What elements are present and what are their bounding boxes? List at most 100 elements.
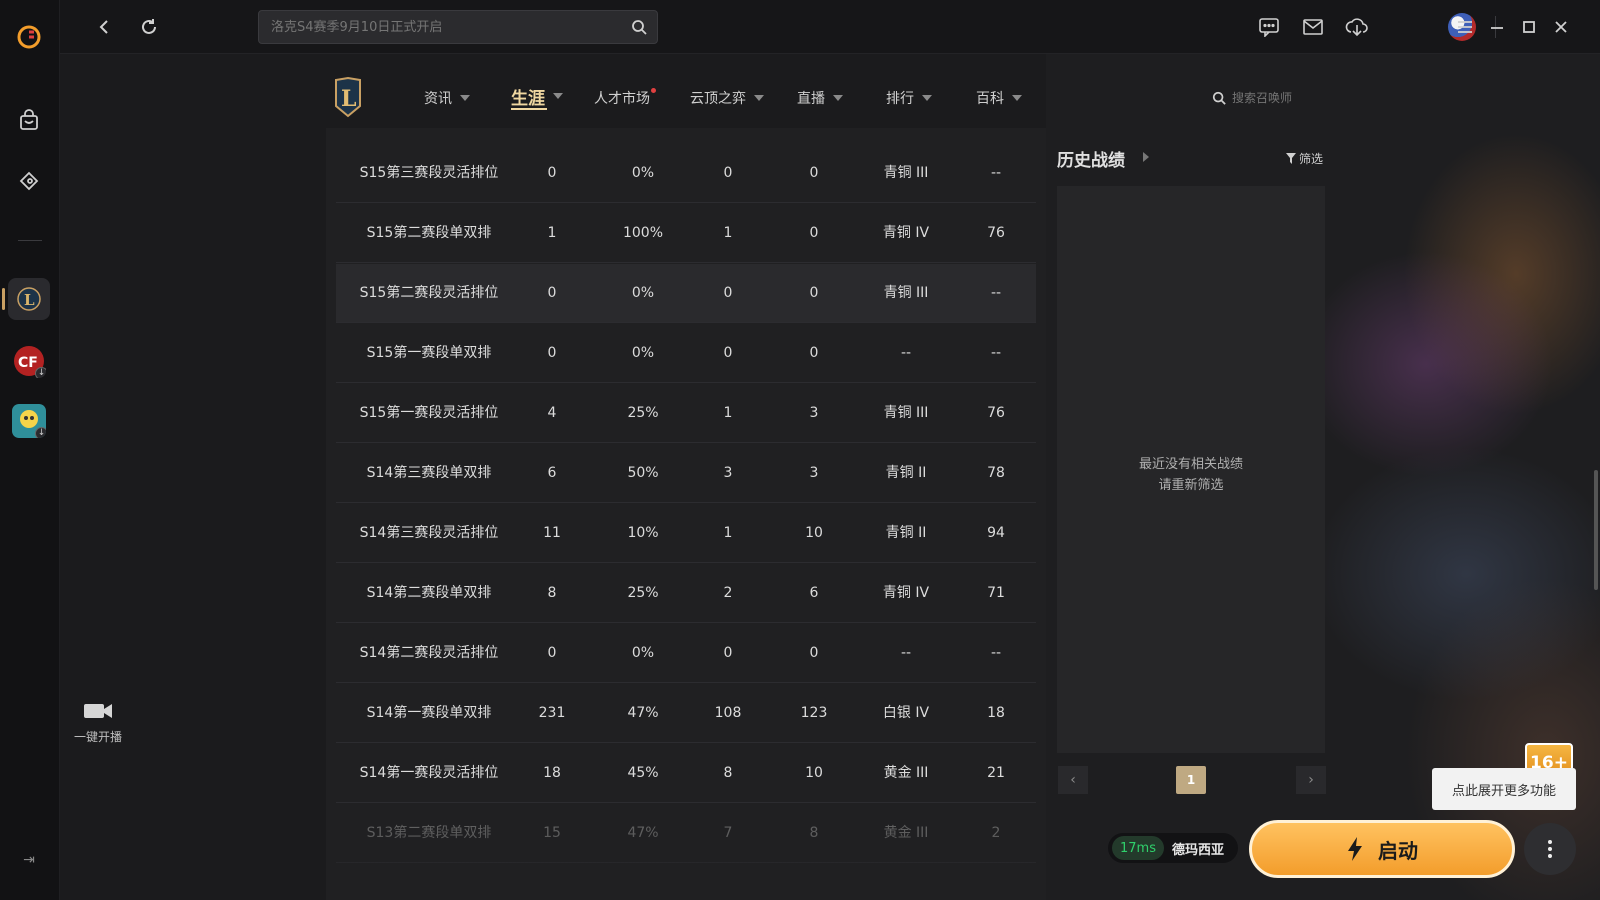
table-row[interactable]: S14第一赛段单双排 231 47% 108 123 白银 IV 18 <box>336 684 1036 743</box>
filter-button[interactable]: 筛选 <box>1286 150 1323 167</box>
win-rate-cell: 0% <box>631 165 655 181</box>
table-row[interactable]: S14第一赛段灵活排位 18 45% 8 10 黄金 III 21 <box>336 744 1036 803</box>
wins-cell: 7 <box>723 825 733 841</box>
score-cell: -- <box>990 165 1002 181</box>
score-cell: 71 <box>987 585 1005 601</box>
nav-news[interactable]: 资讯 <box>424 86 470 110</box>
active-indicator <box>2 288 5 310</box>
losses-cell: 3 <box>809 405 819 421</box>
game-library-icon[interactable] <box>8 160 50 202</box>
nav-wiki-label: 百科 <box>976 91 1004 107</box>
close-icon[interactable] <box>1548 14 1574 40</box>
table-row[interactable]: S13第二赛段单双排 15 47% 7 8 黄金 III 2 <box>336 804 1036 863</box>
score-cell: -- <box>990 645 1002 661</box>
win-rate-cell: 45% <box>627 765 659 781</box>
launch-label: 启动 <box>1378 838 1418 863</box>
season-cell: S15第一赛段单双排 <box>366 345 492 361</box>
launch-game-button[interactable]: 启动 <box>1249 820 1515 878</box>
qq-speed-game-icon[interactable]: ↓ <box>12 404 46 438</box>
more-options-button[interactable] <box>1524 823 1576 875</box>
win-rate-cell: 0% <box>631 345 655 361</box>
games-cell: 8 <box>547 585 557 601</box>
games-cell: 0 <box>547 345 557 361</box>
download-badge-icon: ↓ <box>35 427 46 438</box>
menu-icon[interactable] <box>1452 14 1478 40</box>
download-manager-icon[interactable] <box>1344 14 1370 40</box>
summoner-search[interactable] <box>1212 88 1322 108</box>
nav-career[interactable]: 生涯 <box>511 84 563 110</box>
refresh-icon[interactable] <box>136 14 162 40</box>
losses-cell: 3 <box>809 465 819 481</box>
score-cell: 78 <box>987 465 1005 481</box>
minimize-icon[interactable] <box>1484 14 1510 40</box>
games-cell: 0 <box>547 645 557 661</box>
maximize-icon[interactable] <box>1516 14 1542 40</box>
season-cell: S15第一赛段灵活排位 <box>359 405 499 421</box>
chevron-down-icon <box>1012 95 1022 101</box>
win-rate-cell: 100% <box>622 225 664 241</box>
lol-logo-icon[interactable]: L <box>330 76 366 118</box>
search-icon[interactable] <box>631 19 647 35</box>
table-row[interactable]: S15第一赛段单双排 0 0% 0 0 -- -- <box>336 324 1036 383</box>
tier-cell: 青铜 III <box>883 405 929 421</box>
score-cell: 76 <box>987 405 1005 421</box>
history-title[interactable]: 历史战绩 <box>1057 146 1125 171</box>
nav-tft[interactable]: 云顶之弈 <box>690 86 764 110</box>
pager-prev-button[interactable]: ‹ <box>1058 766 1088 794</box>
nav-talent-market[interactable]: 人才市场 <box>594 86 656 110</box>
season-cell: S15第三赛段灵活排位 <box>359 165 499 181</box>
table-row[interactable]: S15第三赛段灵活排位 0 0% 0 0 青铜 III -- <box>336 144 1036 203</box>
tier-cell: -- <box>900 345 912 361</box>
chevron-down-icon <box>460 95 470 101</box>
lol-game-icon[interactable]: L <box>8 278 50 320</box>
empty-message-line1: 最近没有相关战绩 <box>1138 457 1243 472</box>
chat-icon[interactable] <box>1256 14 1282 40</box>
one-click-stream-button[interactable]: 一键开播 <box>66 700 130 750</box>
tier-cell: 青铜 IV <box>882 585 930 601</box>
mail-icon[interactable] <box>1300 14 1326 40</box>
back-arrow-icon[interactable] <box>92 14 118 40</box>
chevron-down-icon <box>754 95 764 101</box>
chevron-right-icon[interactable] <box>1143 152 1149 162</box>
tier-cell: -- <box>900 645 912 661</box>
svg-text:CF: CF <box>18 355 38 371</box>
losses-cell: 10 <box>805 525 823 541</box>
expand-sidebar-icon[interactable]: ⇥ <box>19 852 39 872</box>
svg-text:L: L <box>24 291 35 309</box>
store-bag-icon[interactable] <box>8 100 50 142</box>
page-scrollbar[interactable] <box>1594 470 1598 590</box>
win-rate-cell: 10% <box>627 525 659 541</box>
losses-cell: 0 <box>809 225 819 241</box>
summoner-search-input[interactable] <box>1232 91 1322 105</box>
server-selector[interactable]: 17ms 德玛西亚 <box>1108 833 1238 863</box>
games-cell: 6 <box>547 465 557 481</box>
chevron-down-icon <box>553 93 563 99</box>
table-row[interactable]: S15第二赛段灵活排位 0 0% 0 0 青铜 III -- <box>336 264 1036 323</box>
stream-label: 一键开播 <box>73 730 122 744</box>
table-row[interactable]: S14第三赛段单双排 6 50% 3 3 青铜 II 78 <box>336 444 1036 503</box>
search-icon[interactable] <box>1212 91 1226 105</box>
wins-cell: 1 <box>723 405 733 421</box>
nav-ranking-label: 排行 <box>886 91 914 107</box>
nav-tft-label: 云顶之弈 <box>690 91 746 107</box>
table-row[interactable]: S14第二赛段单双排 8 25% 2 6 青铜 IV 71 <box>336 564 1036 623</box>
games-cell: 4 <box>547 405 557 421</box>
table-row[interactable]: S14第二赛段灵活排位 0 0% 0 0 -- -- <box>336 624 1036 683</box>
pager-next-button[interactable]: › <box>1296 766 1326 794</box>
app-logo-icon[interactable] <box>8 16 50 58</box>
nav-wiki[interactable]: 百科 <box>976 86 1022 110</box>
table-row[interactable]: S15第二赛段单双排 1 100% 1 0 青铜 IV 76 <box>336 204 1036 263</box>
nav-live[interactable]: 直播 <box>797 86 843 110</box>
games-cell: 0 <box>547 285 557 301</box>
svg-text:L: L <box>341 86 356 112</box>
pager-current-page[interactable]: 1 <box>1176 766 1206 794</box>
global-search-bar[interactable] <box>258 10 658 44</box>
notification-dot <box>651 88 656 93</box>
global-search-input[interactable] <box>259 11 619 43</box>
table-row[interactable]: S14第三赛段灵活排位 11 10% 1 10 青铜 II 94 <box>336 504 1036 563</box>
losses-cell: 0 <box>809 285 819 301</box>
table-row[interactable]: S15第一赛段灵活排位 4 25% 1 3 青铜 III 76 <box>336 384 1036 443</box>
crossfire-game-icon[interactable]: CF ↓ <box>12 344 46 378</box>
wins-cell: 0 <box>723 645 733 661</box>
nav-ranking[interactable]: 排行 <box>886 86 932 110</box>
